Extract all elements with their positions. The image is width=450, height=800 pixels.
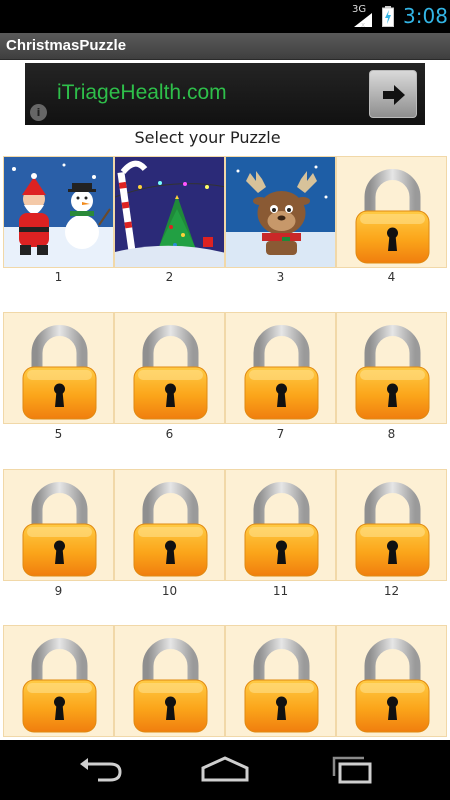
ad-open-button[interactable] [369, 70, 417, 118]
christmas-tree-night-image [115, 157, 224, 267]
app-title: ChristmasPuzzle [6, 37, 127, 54]
home-icon[interactable] [195, 754, 255, 786]
puzzle-tile-6[interactable] [114, 312, 225, 424]
puzzle-tile-3[interactable] [225, 156, 336, 268]
back-icon[interactable] [70, 754, 130, 786]
puzzle-number-3: 3 [276, 270, 285, 284]
puzzle-tile-4[interactable] [336, 156, 447, 268]
svg-text:x: x [361, 21, 365, 28]
puzzle-tile-13[interactable] [3, 625, 114, 737]
action-bar: ChristmasPuzzle [0, 33, 450, 60]
padlock-icon [337, 313, 447, 424]
puzzle-number-6: 6 [165, 427, 174, 441]
puzzle-number-12: 12 [383, 584, 400, 598]
puzzle-tile-8[interactable] [336, 312, 447, 424]
padlock-icon [226, 470, 336, 581]
padlock-icon [4, 470, 114, 581]
padlock-icon [115, 626, 225, 737]
padlock-icon [4, 313, 114, 424]
battery-icon [382, 6, 394, 27]
puzzle-tile-9[interactable] [3, 469, 114, 581]
ad-info-icon[interactable]: i [30, 104, 47, 121]
padlock-icon [115, 313, 225, 424]
puzzle-number-11: 11 [272, 584, 289, 598]
navigation-bar [0, 740, 450, 800]
puzzle-number-9: 9 [54, 584, 63, 598]
padlock-icon [4, 626, 114, 737]
puzzle-number-7: 7 [276, 427, 285, 441]
padlock-icon [337, 157, 447, 268]
padlock-icon [337, 626, 447, 737]
clock: 3:08 [403, 4, 448, 28]
puzzle-tile-11[interactable] [225, 469, 336, 581]
santa-snowman-image [4, 157, 113, 267]
puzzle-number-4: 4 [387, 270, 396, 284]
puzzle-tile-12[interactable] [336, 469, 447, 581]
puzzle-tile-14[interactable] [114, 625, 225, 737]
recent-apps-icon[interactable] [322, 754, 382, 786]
ad-headline[interactable]: iTriageHealth.com [57, 81, 227, 105]
padlock-icon [226, 313, 336, 424]
puzzle-tile-7[interactable] [225, 312, 336, 424]
arrow-right-icon [383, 85, 405, 105]
puzzle-number-10: 10 [161, 584, 178, 598]
puzzle-number-2: 2 [165, 270, 174, 284]
puzzle-tile-2[interactable] [114, 156, 225, 268]
reindeer-image [226, 157, 335, 267]
signal-icon: x [354, 13, 372, 28]
padlock-icon [226, 626, 336, 737]
puzzle-number-8: 8 [387, 427, 396, 441]
ad-banner[interactable]: iTriageHealth.com i [25, 63, 425, 125]
app-screen: 3G x 3:08 ChristmasPuzzle iTriageHealth.… [0, 0, 450, 800]
puzzle-number-5: 5 [54, 427, 63, 441]
puzzle-tile-5[interactable] [3, 312, 114, 424]
padlock-icon [337, 470, 447, 581]
status-bar: 3G x 3:08 [0, 0, 450, 33]
puzzle-tile-15[interactable] [225, 625, 336, 737]
padlock-icon [115, 470, 225, 581]
puzzle-tile-1[interactable] [3, 156, 114, 268]
page-heading: Select your Puzzle [134, 128, 281, 147]
puzzle-tile-10[interactable] [114, 469, 225, 581]
puzzle-tile-16[interactable] [336, 625, 447, 737]
puzzle-number-1: 1 [54, 270, 63, 284]
